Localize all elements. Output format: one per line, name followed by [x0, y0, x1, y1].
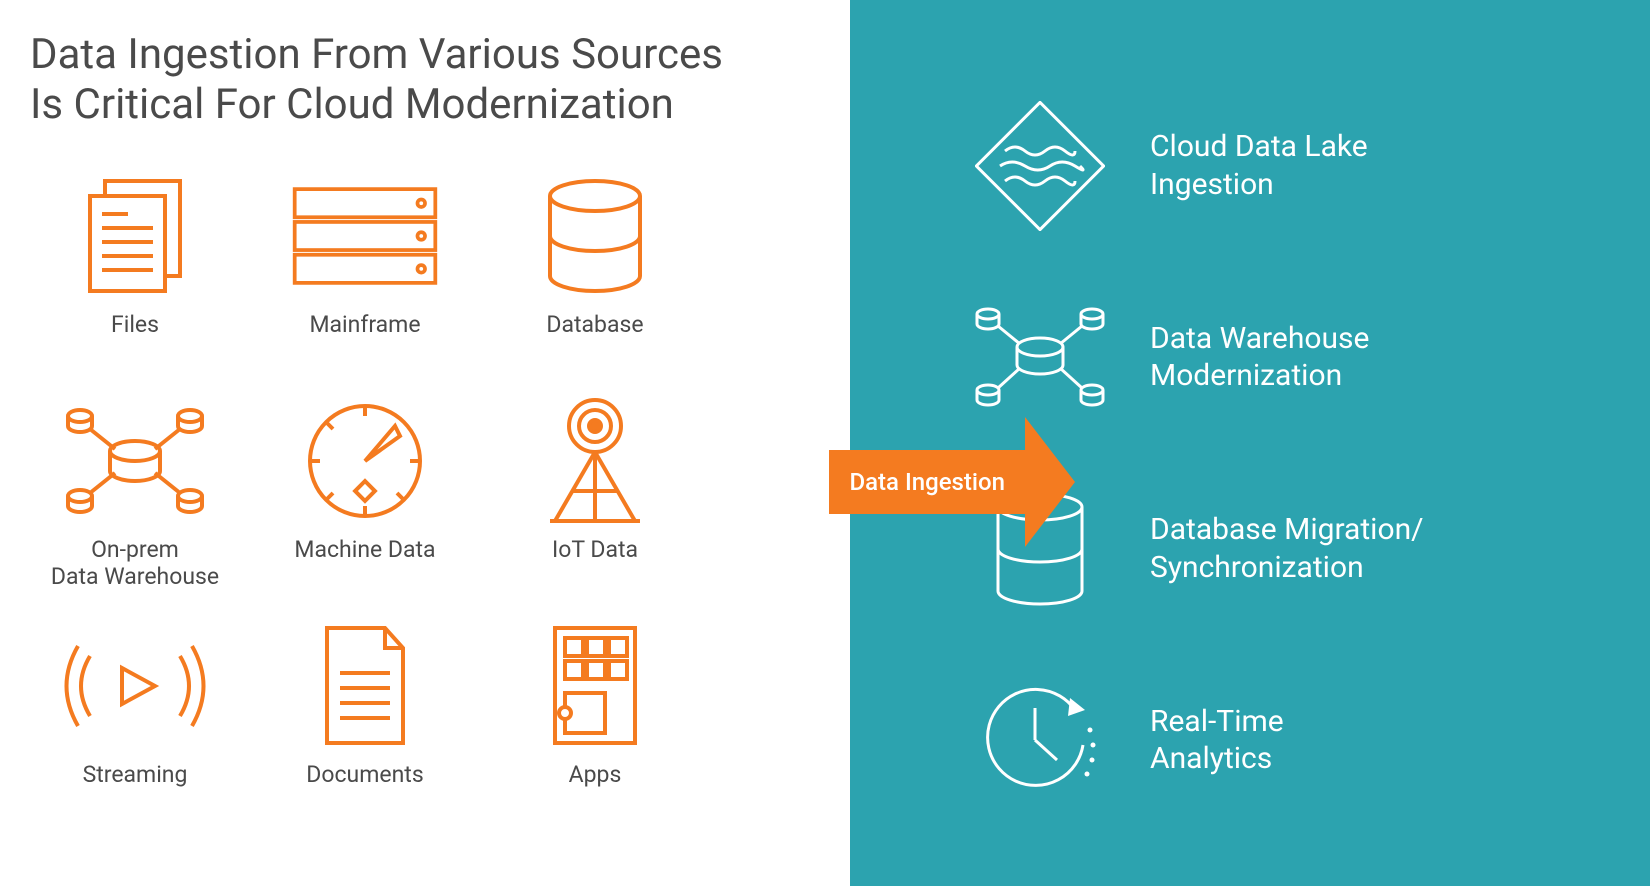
- arrow-label: Data Ingestion: [829, 450, 1025, 514]
- arrow-head-icon: [1025, 417, 1075, 547]
- source-label: Database: [546, 311, 643, 339]
- source-files: Files: [30, 171, 240, 386]
- target-label: Real-Time Analytics: [1150, 703, 1284, 778]
- sources-grid: Files Mainframe: [30, 171, 850, 836]
- source-label: Files: [111, 311, 159, 339]
- source-onprem-dw: On-prem Data Warehouse: [30, 396, 240, 611]
- source-iot: IoT Data: [490, 396, 700, 611]
- mainframe-icon: [290, 171, 440, 301]
- iot-icon: [520, 396, 670, 526]
- target-data-lake: Cloud Data Lake Ingestion: [970, 106, 1610, 226]
- target-label: Database Migration/ Synchronization: [1150, 511, 1424, 586]
- source-documents: Documents: [260, 621, 470, 836]
- source-label: Mainframe: [309, 311, 420, 339]
- left-panel: Data Ingestion From Various Sources Is C…: [0, 0, 850, 886]
- target-dw-modernization: Data Warehouse Modernization: [970, 297, 1610, 417]
- streaming-icon: [60, 621, 210, 751]
- source-label: On-prem Data Warehouse: [51, 536, 219, 591]
- diagram-title: Data Ingestion From Various Sources Is C…: [30, 30, 850, 131]
- documents-icon: [290, 621, 440, 751]
- target-label: Cloud Data Lake Ingestion: [1150, 128, 1368, 203]
- source-label: Apps: [569, 761, 622, 789]
- datawarehouse-icon: [60, 396, 210, 526]
- realtime-icon: [970, 680, 1110, 800]
- dwh-modern-icon: [970, 297, 1110, 417]
- source-label: Documents: [306, 761, 423, 789]
- database-icon: [520, 171, 670, 301]
- source-streaming: Streaming: [30, 621, 240, 836]
- datalake-icon: [970, 106, 1110, 226]
- data-ingestion-arrow: Data Ingestion: [829, 417, 1075, 547]
- source-apps: Apps: [490, 621, 700, 836]
- files-icon: [60, 171, 210, 301]
- target-label: Data Warehouse Modernization: [1150, 320, 1369, 395]
- source-label: Streaming: [83, 761, 188, 789]
- machinedata-icon: [290, 396, 440, 526]
- arrow-section: Data Ingestion: [829, 417, 1075, 547]
- source-machine-data: Machine Data: [260, 396, 470, 611]
- source-label: Machine Data: [294, 536, 435, 564]
- source-database: Database: [490, 171, 700, 386]
- source-mainframe: Mainframe: [260, 171, 470, 386]
- target-realtime: Real-Time Analytics: [970, 680, 1610, 800]
- source-label: IoT Data: [552, 536, 638, 564]
- apps-icon: [520, 621, 670, 751]
